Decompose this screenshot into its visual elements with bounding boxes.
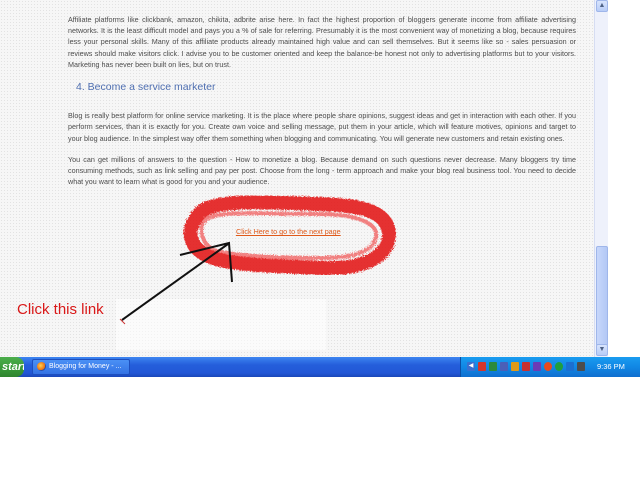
article-content: Affiliate platforms like clickbank, amaz… [68, 14, 576, 197]
update-icon[interactable] [533, 362, 541, 371]
antivirus-icon[interactable] [522, 362, 530, 371]
vertical-scrollbar[interactable]: ▲ ▼ [594, 0, 609, 357]
window-edge [608, 0, 640, 357]
annotation-backdrop [116, 299, 326, 350]
article-paragraph: Affiliate platforms like clickbank, amaz… [68, 15, 576, 69]
taskbar-item-firefox[interactable]: Blogging for Money - ... [32, 359, 130, 375]
chat-icon[interactable] [544, 362, 552, 371]
taskbar-item-label: Blogging for Money - ... [49, 363, 122, 370]
clock[interactable]: 9:36 PM [597, 357, 625, 377]
taskbar: start Blogging for Money - ... ◀ 9:36 PM [0, 357, 640, 377]
start-button[interactable]: start [0, 357, 24, 377]
flag-icon[interactable] [478, 362, 486, 371]
messenger-icon[interactable] [511, 362, 519, 371]
shield-icon[interactable] [489, 362, 497, 371]
article-paragraph: Blog is really best platform for online … [68, 111, 576, 143]
scroll-up-button[interactable]: ▲ [596, 0, 608, 12]
skype-icon[interactable] [555, 362, 563, 371]
article-paragraph: You can get millions of answers to the q… [68, 154, 576, 187]
section-heading: 4. Become a service marketer [76, 81, 216, 94]
network-icon[interactable]: ◀ [467, 362, 475, 371]
volume-icon[interactable] [566, 362, 574, 371]
power-icon[interactable] [577, 362, 585, 371]
click-this-link-label: Click this link [17, 301, 104, 318]
system-tray: ◀ 9:36 PM [460, 357, 640, 377]
next-page-link[interactable]: Click Here to go to the next page [236, 227, 341, 236]
scroll-thumb[interactable] [596, 246, 608, 346]
firefox-icon [37, 361, 46, 371]
speaker-icon[interactable] [500, 362, 508, 371]
scroll-down-button[interactable]: ▼ [596, 344, 608, 356]
